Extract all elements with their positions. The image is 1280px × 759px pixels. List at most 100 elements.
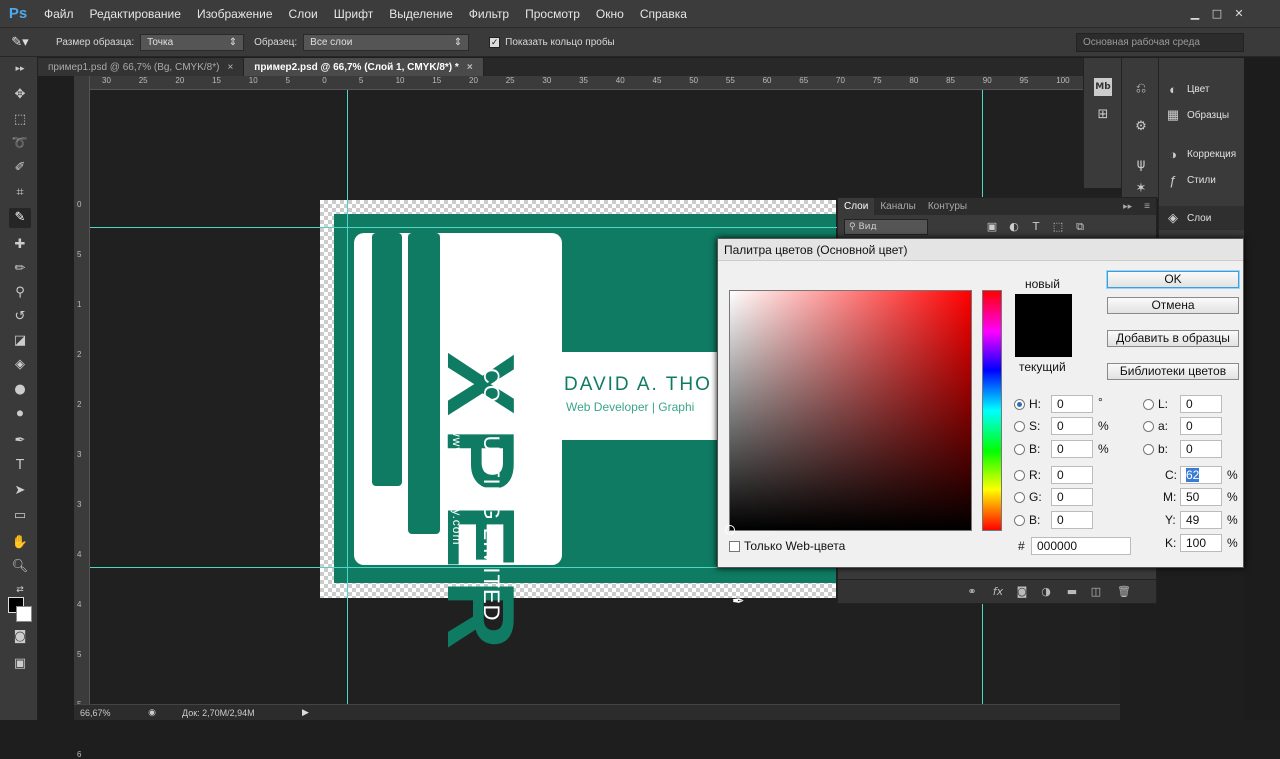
filter-type-icon[interactable]: T	[1028, 220, 1044, 234]
menu-help[interactable]: Справка	[632, 7, 695, 21]
quick-mask-icon[interactable]: ◙	[9, 627, 31, 647]
panel-styles[interactable]: ƒ Стили	[1159, 168, 1245, 192]
l-input[interactable]: 0	[1180, 395, 1222, 413]
workspace-select[interactable]: Основная рабочая среда	[1076, 32, 1244, 52]
status-info-icon[interactable]: ◉	[122, 707, 182, 718]
g-input[interactable]: 0	[1051, 488, 1093, 506]
panel-menu-icon[interactable]: ≡	[1138, 198, 1156, 215]
new-adjustment-icon[interactable]: ◑	[1038, 585, 1054, 599]
history-icon[interactable]: ⎌	[1130, 78, 1152, 100]
sample-size-select[interactable]: Точка ⇕	[140, 33, 245, 51]
radio-lab-b[interactable]	[1143, 444, 1154, 455]
ruler-guides-icon[interactable]: ⊞	[1092, 104, 1114, 126]
rectangle-tool-icon[interactable]: ▭	[9, 506, 31, 526]
guide-vertical[interactable]	[347, 90, 348, 704]
cancel-button[interactable]: Отмена	[1107, 297, 1239, 314]
close-tab-icon[interactable]: ×	[467, 62, 473, 73]
delete-layer-icon[interactable]: 🗑︎	[1116, 585, 1132, 599]
s-input[interactable]: 0	[1051, 417, 1093, 435]
crop-tool-icon[interactable]: ⌗	[9, 183, 31, 203]
minimize-button[interactable]: ▁	[1184, 6, 1206, 22]
color-field-marker[interactable]	[725, 525, 735, 535]
radio-b[interactable]	[1014, 444, 1025, 455]
menu-edit[interactable]: Редактирование	[82, 7, 189, 21]
close-window-button[interactable]: ✕	[1228, 6, 1250, 22]
r-input[interactable]: 0	[1051, 466, 1093, 484]
healing-brush-tool-icon[interactable]: ✚	[9, 235, 31, 255]
history-brush-tool-icon[interactable]: ↺	[9, 307, 31, 327]
b-input[interactable]: 0	[1051, 440, 1093, 458]
collapse-panel-icon[interactable]: ▸▸	[1117, 198, 1138, 215]
tab-paths[interactable]: Контуры	[922, 198, 973, 215]
radio-blue[interactable]	[1014, 515, 1025, 526]
link-layers-icon[interactable]: ⚭	[964, 585, 980, 599]
lasso-tool-icon[interactable]: ➰	[9, 134, 31, 154]
maximize-button[interactable]: □	[1206, 6, 1228, 22]
panel-swatches[interactable]: ▦ Образцы	[1159, 103, 1245, 127]
hand-tool-icon[interactable]: ✋	[9, 533, 31, 553]
path-selection-tool-icon[interactable]: ➤	[9, 481, 31, 501]
background-color-swatch[interactable]	[16, 606, 32, 622]
blue-input[interactable]: 0	[1051, 511, 1093, 529]
move-tool-icon[interactable]: ✥	[9, 85, 31, 105]
h-input[interactable]: 0	[1051, 395, 1093, 413]
saturation-brightness-field[interactable]	[725, 290, 972, 535]
menu-select[interactable]: Выделение	[381, 7, 461, 21]
clone-stamp-tool-icon[interactable]: ⚲	[9, 283, 31, 303]
paint-bucket-tool-icon[interactable]: ◈	[9, 355, 31, 375]
a-input[interactable]: 0	[1180, 417, 1222, 435]
radio-s[interactable]	[1014, 421, 1025, 432]
mini-bridge-icon[interactable]: Mb	[1094, 78, 1112, 96]
sample-layers-select[interactable]: Все слои ⇕	[303, 33, 470, 51]
menu-window[interactable]: Окно	[588, 7, 632, 21]
properties-icon[interactable]: ⚙	[1130, 116, 1152, 138]
brush-tool-icon[interactable]: ✏	[9, 259, 31, 279]
filter-smart-icon[interactable]: ⧉	[1072, 220, 1088, 234]
zoom-level[interactable]: 66,67%	[74, 708, 122, 718]
menu-view[interactable]: Просмотр	[517, 7, 588, 21]
hex-input[interactable]: 000000	[1031, 537, 1131, 555]
pen-tool-icon[interactable]: ✒	[9, 431, 31, 451]
lab-b-input[interactable]: 0	[1180, 440, 1222, 458]
blur-tool-icon[interactable]: ●	[9, 380, 31, 400]
new-layer-icon[interactable]: ◫	[1088, 585, 1104, 599]
menu-layers[interactable]: Слои	[281, 7, 326, 21]
type-tool-icon[interactable]: T	[9, 456, 31, 476]
quick-selection-tool-icon[interactable]: ✐	[9, 158, 31, 178]
new-group-icon[interactable]: ▬	[1064, 585, 1080, 599]
close-tab-icon[interactable]: ×	[227, 62, 233, 73]
radio-l[interactable]	[1143, 399, 1154, 410]
hue-slider[interactable]	[982, 290, 1002, 531]
menu-file[interactable]: Файл	[36, 7, 82, 21]
screen-mode-icon[interactable]: ▣	[9, 654, 31, 674]
menu-filter[interactable]: Фильтр	[461, 7, 517, 21]
y-input[interactable]: 49	[1180, 511, 1222, 529]
show-ring-checkbox[interactable]: ✓	[489, 36, 501, 48]
radio-a[interactable]	[1143, 421, 1154, 432]
dodge-tool-icon[interactable]: ⚫	[9, 405, 31, 425]
ok-button[interactable]: OK	[1107, 271, 1239, 288]
filter-adjustment-icon[interactable]: ◐	[1006, 220, 1022, 234]
web-only-checkbox[interactable]	[729, 541, 740, 552]
eyedropper-tool-icon[interactable]: ✎	[9, 208, 31, 228]
brush-presets-icon[interactable]: ψ	[1130, 154, 1152, 176]
add-mask-icon[interactable]: ◙	[1014, 585, 1030, 599]
m-input[interactable]: 50	[1180, 488, 1222, 506]
color-libraries-button[interactable]: Библиотеки цветов	[1107, 363, 1239, 380]
eyedropper-tool-preset-icon[interactable]: ✎▾	[0, 34, 40, 50]
k-input[interactable]: 100	[1180, 534, 1222, 552]
layer-filter-select[interactable]: ⚲ Вид	[844, 219, 928, 235]
tab-document-2[interactable]: пример2.psd @ 66,7% (Слой 1, CMYK/8*) * …	[244, 58, 484, 76]
fx-icon[interactable]: fx	[990, 585, 1006, 599]
marquee-tool-icon[interactable]: ⬚	[9, 110, 31, 130]
zoom-tool-icon[interactable]: 🔍︎	[9, 557, 31, 577]
tab-channels[interactable]: Каналы	[874, 198, 922, 215]
radio-h[interactable]	[1014, 399, 1025, 410]
tab-layers[interactable]: Слои	[838, 198, 875, 215]
radio-r[interactable]	[1014, 470, 1025, 481]
horizontal-ruler[interactable]: 30 25 20 15 10 5 0 5 10 15 20 25 30 35 40 45 50 55 60 65 70 7…	[90, 76, 1120, 90]
menu-image[interactable]: Изображение	[189, 7, 281, 21]
c-input[interactable]: 62	[1180, 466, 1222, 484]
status-menu-arrow-icon[interactable]: ▶	[302, 707, 309, 718]
add-to-swatches-button[interactable]: Добавить в образцы	[1107, 330, 1239, 347]
